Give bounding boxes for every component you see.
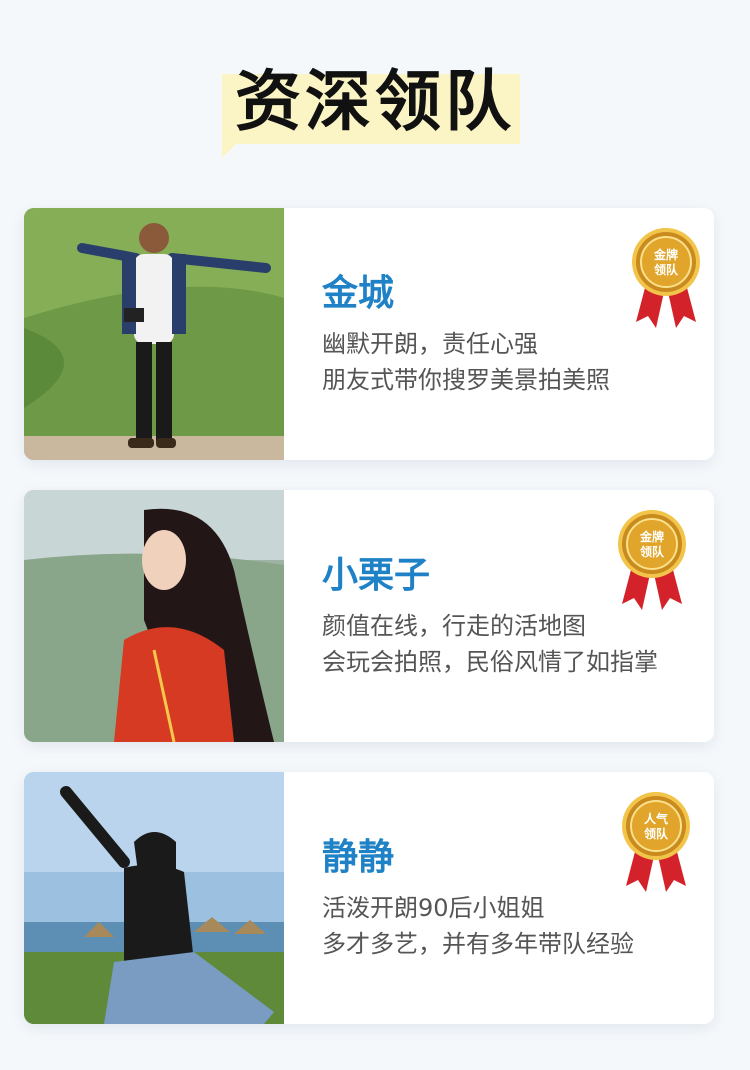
title-highlight-tail (222, 144, 236, 158)
leader-name: 金城 (322, 273, 395, 314)
medal-label: 金牌 (653, 248, 678, 262)
header: 资深领队 (0, 40, 750, 160)
leader-description: 活泼开朗90后小姐姐 多才多艺，并有多年带队经验 (322, 890, 634, 962)
gold-medal-icon: 人气 领队 (614, 790, 698, 894)
medal-label: 领队 (653, 263, 678, 277)
medal-label: 领队 (639, 545, 664, 559)
description-line: 幽默开朗，责任心强 (322, 330, 538, 358)
medal-label: 金牌 (639, 530, 664, 544)
description-line: 会玩会拍照，民俗风情了如指掌 (322, 648, 658, 676)
leader-photo (24, 208, 284, 460)
medal-label: 人气 (643, 812, 668, 826)
medal-label: 领队 (643, 827, 668, 841)
leader-name: 小栗子 (322, 555, 431, 596)
leader-card[interactable]: 静静 活泼开朗90后小姐姐 多才多艺，并有多年带队经验 人气 领队 (24, 772, 714, 1024)
description-line: 活泼开朗90后小姐姐 (322, 894, 545, 922)
leader-card[interactable]: 金城 幽默开朗，责任心强 朋友式带你搜罗美景拍美照 金牌 领队 (24, 208, 714, 460)
leader-photo (24, 490, 284, 742)
leader-name: 静静 (322, 837, 395, 878)
page-title: 资深领队 (235, 63, 515, 140)
description-line: 朋友式带你搜罗美景拍美照 (322, 366, 610, 394)
description-line: 颜值在线，行走的活地图 (322, 612, 586, 640)
description-line: 多才多艺，并有多年带队经验 (322, 930, 634, 958)
gold-medal-icon: 金牌 领队 (610, 508, 694, 612)
leader-card[interactable]: 小栗子 颜值在线，行走的活地图 会玩会拍照，民俗风情了如指掌 金牌 领队 (24, 490, 714, 742)
leader-photo (24, 772, 284, 1024)
gold-medal-icon: 金牌 领队 (624, 226, 708, 330)
leader-description: 幽默开朗，责任心强 朋友式带你搜罗美景拍美照 (322, 326, 610, 398)
leader-description: 颜值在线，行走的活地图 会玩会拍照，民俗风情了如指掌 (322, 608, 658, 680)
